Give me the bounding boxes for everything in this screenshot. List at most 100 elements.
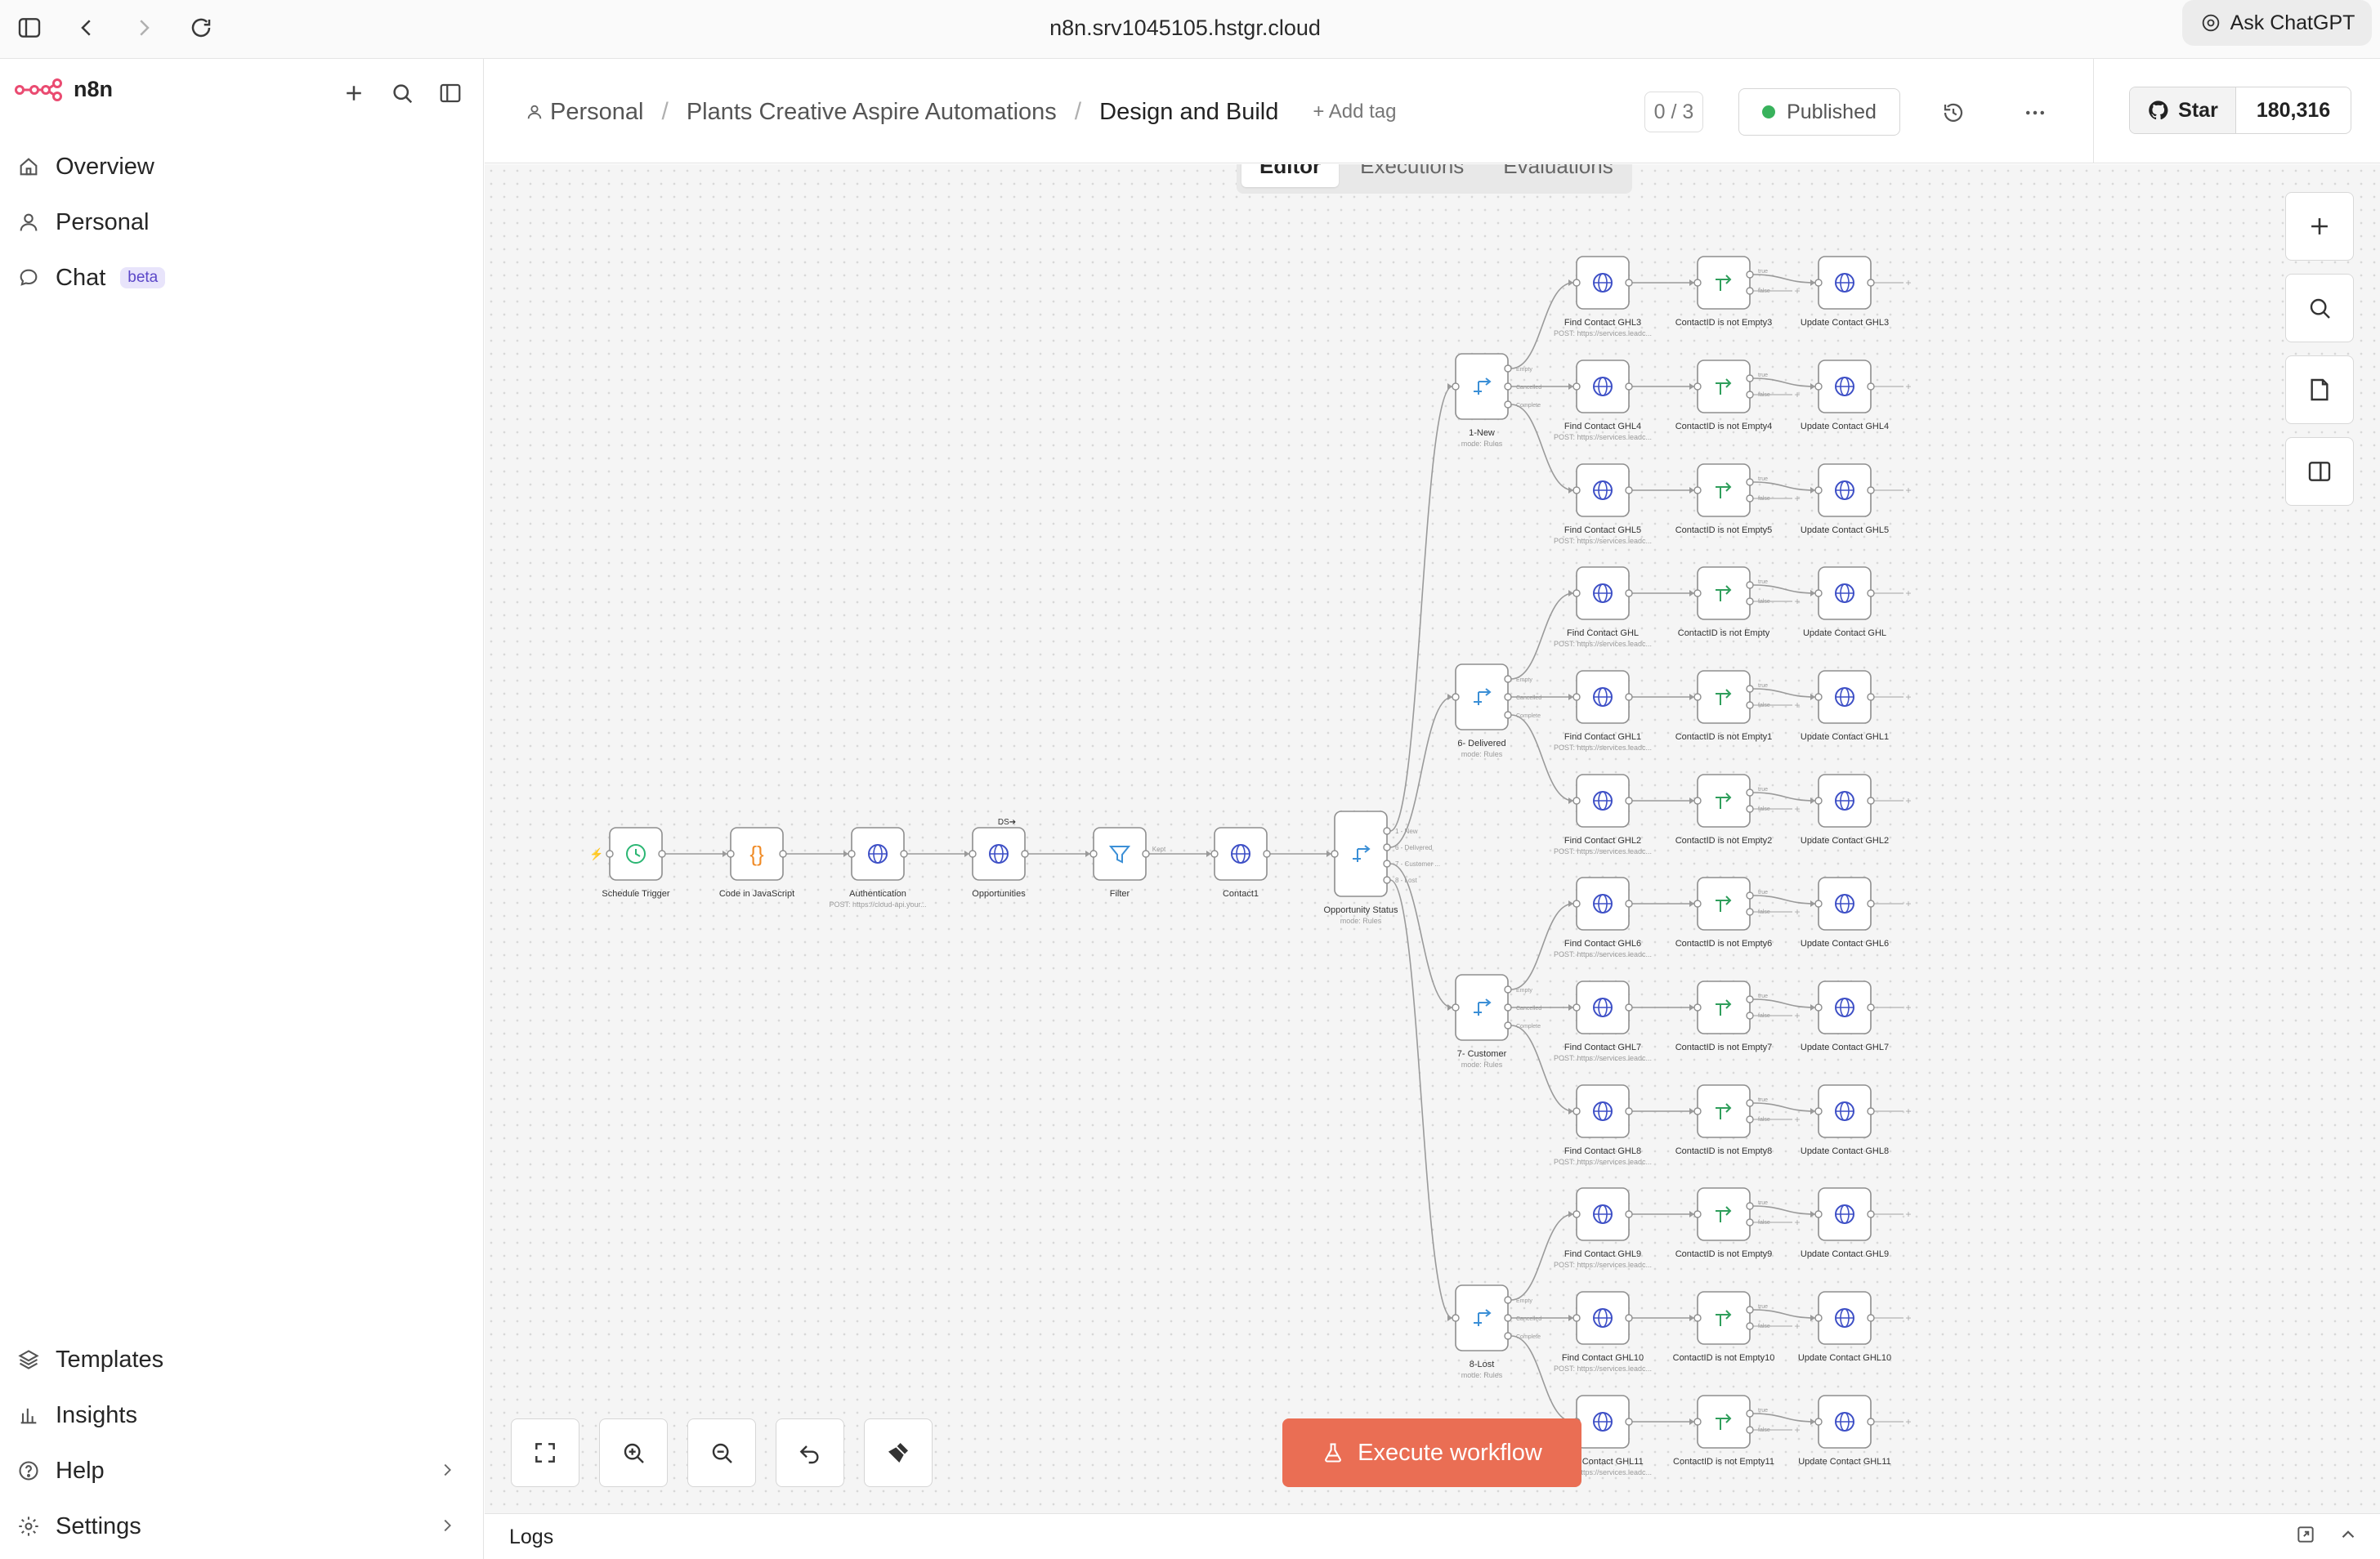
node-find-contact[interactable]: Find Contact GHL2POST: https://services.… (1554, 774, 1652, 855)
add-connection-icon: + (1905, 691, 1911, 703)
add-node-icon[interactable] (2285, 192, 2354, 261)
node-find-contact[interactable]: Find Contact GHL3POST: https://services.… (1554, 256, 1652, 337)
publish-status-button[interactable]: Published (1738, 88, 1900, 136)
nav-overview[interactable]: Overview (15, 145, 154, 188)
more-options-icon[interactable] (2017, 95, 2053, 131)
nodes: Schedule Trigger {} Code in JavaScript Auth… (589, 256, 1912, 1476)
node-find-contact[interactable]: Find Contact GHL6POST: https://services.… (1554, 877, 1652, 958)
node-update-contact[interactable]: Update Contact GHL5 (1801, 463, 1889, 535)
node-subtitle: mode: Rules (1461, 1061, 1503, 1069)
zoom-in-icon[interactable] (599, 1418, 668, 1487)
node-update-contact[interactable]: Update Contact GHL (1803, 566, 1886, 638)
address-bar[interactable]: n8n.srv1045105.hstgr.cloud (899, 11, 1471, 44)
add-tag-button[interactable]: + Add tag (1313, 101, 1396, 123)
tab-evaluations[interactable]: Evaluations (1485, 164, 1631, 187)
sticky-note-icon[interactable] (2285, 355, 2354, 424)
node-box (1455, 663, 1509, 730)
node-input-handle (1814, 486, 1823, 494)
node-find-contact[interactable]: Find Contact GHL1 POST: https://services.… (1554, 670, 1652, 752)
undo-icon[interactable] (776, 1418, 844, 1487)
node-find-contact[interactable]: Find Contact GHL8 POST: https://services.… (1554, 1084, 1652, 1166)
sidebar-toggle-icon[interactable] (11, 10, 47, 46)
output-handle (1746, 1306, 1754, 1314)
node-input-handle (1572, 382, 1581, 391)
connection-line (1752, 377, 1816, 387)
node-update-contact[interactable]: Update Contact GHL8 (1801, 1084, 1889, 1156)
node-update-contact[interactable]: Update Contact GHL10 (1798, 1291, 1891, 1363)
node-opportunities[interactable]: Opportunities (969, 827, 1026, 899)
node-contact1[interactable]: Contact1 (1210, 827, 1268, 899)
tab-editor[interactable]: Editor (1241, 164, 1340, 187)
node-update-contact[interactable]: Update Contact GHL1 (1801, 670, 1889, 742)
nav-personal[interactable]: Personal (15, 201, 149, 243)
history-icon[interactable] (1935, 95, 1971, 131)
node-update-contact[interactable]: Update Contact GHL3 (1801, 256, 1889, 328)
forward-icon[interactable] (126, 10, 162, 46)
node-find-contact[interactable]: Find Contact GHL POST: https://services.l… (1554, 566, 1652, 648)
zoom-out-icon[interactable] (687, 1418, 756, 1487)
node-find-contact[interactable]: Find Contact GHL7 POST: https://services.… (1554, 981, 1652, 1062)
nav-templates[interactable]: Templates (15, 1338, 163, 1381)
node-box (1455, 974, 1509, 1041)
nav-settings[interactable]: Settings (15, 1505, 141, 1548)
node-switch-0[interactable]: 1-New mode: Rules (1452, 353, 1509, 448)
node-find-contact[interactable]: Find Contact GHL5 POST: https://services.… (1554, 463, 1652, 545)
node-update-contact[interactable]: Update Contact GHL6 (1801, 877, 1889, 949)
node-update-contact[interactable]: Update Contact GHL7 (1801, 981, 1889, 1052)
node-find-contact[interactable]: Find Contact GHL4 POST: https://services.… (1554, 360, 1652, 441)
node-box (1093, 827, 1147, 881)
side-panel-icon[interactable] (2285, 437, 2354, 506)
node-contact-check[interactable]: ContactID is not Empty (1678, 566, 1770, 638)
node-schedule-trigger[interactable]: Schedule Trigger (602, 827, 670, 899)
node-find-contact[interactable]: Find Contact GHL10 POST: https://services… (1554, 1291, 1652, 1373)
node-switch-3[interactable]: 8-Lost mode: Rules (1452, 1284, 1509, 1379)
reload-icon[interactable] (183, 10, 219, 46)
node-code-in-javascript[interactable]: {} Code in JavaScript (719, 827, 794, 899)
node-update-contact[interactable]: Update Contact GHL4 (1801, 360, 1889, 431)
pop-out-icon[interactable] (2295, 1524, 2316, 1545)
node-input-handle (1693, 279, 1702, 287)
execute-workflow-button[interactable]: Execute workflow (1282, 1418, 1581, 1487)
fit-view-icon[interactable] (511, 1418, 579, 1487)
connection-arrow (1568, 694, 1573, 700)
search-icon[interactable] (386, 77, 418, 109)
node-filter[interactable]: Filter (1089, 827, 1147, 899)
insights-icon (15, 1401, 42, 1429)
node-label: Find Contact GHL8 (1564, 1146, 1641, 1156)
ask-chatgpt-button[interactable]: Ask ChatGPT (2182, 0, 2372, 46)
logs-panel[interactable]: Logs (485, 1513, 2380, 1559)
node-switch-1[interactable]: 6- Delivered mode: Rules (1452, 663, 1509, 758)
workflow-graph[interactable]: Schedule Trigger {} Code in JavaScript Auth… (485, 164, 2380, 1513)
node-authentication[interactable]: AuthenticationPOST: https://cloud-api.yo… (829, 827, 927, 909)
sidebar: n8n Overview Personal Chat beta Template… (0, 59, 484, 1559)
connection-arrow (1447, 1315, 1452, 1321)
chevron-up-icon[interactable] (2338, 1524, 2359, 1545)
nav-help[interactable]: Help (15, 1450, 105, 1492)
node-update-contact[interactable]: Update Contact GHL11 (1798, 1395, 1891, 1467)
node-input-handle (1572, 1107, 1581, 1115)
back-icon[interactable] (69, 10, 105, 46)
nav-chat[interactable]: Chat beta (15, 257, 166, 299)
github-star-button[interactable]: Star (2130, 87, 2236, 133)
workflow-canvas[interactable]: Schedule Trigger {} Code in JavaScript Auth… (485, 164, 2380, 1513)
node-update-contact[interactable]: Update Contact GHL2 (1801, 774, 1889, 846)
add-connection-icon: + (1794, 699, 1800, 711)
node-switch-2[interactable]: 7- Customer mode: Rules (1452, 974, 1509, 1069)
breadcrumb-separator: / (1074, 98, 1082, 125)
node-find-contact[interactable]: Find Contact GHL9 POST: https://services.… (1554, 1187, 1652, 1269)
search-nodes-icon[interactable] (2285, 274, 2354, 342)
node-update-contact[interactable]: Update Contact GHL9 (1801, 1187, 1889, 1259)
add-icon[interactable] (338, 77, 370, 109)
workflow-name[interactable]: Design and Build (1099, 99, 1278, 126)
breadcrumb-folder[interactable]: Plants Creative Aspire Automations (687, 99, 1057, 126)
node-subtitle: POST: https://services.leadc... (1554, 1158, 1652, 1166)
nav-insights[interactable]: Insights (15, 1394, 137, 1436)
breadcrumb-project[interactable]: Personal (526, 99, 643, 126)
connection-arrow (1568, 1108, 1573, 1115)
n8n-logo[interactable]: n8n (15, 77, 113, 102)
tab-executions[interactable]: Executions (1342, 164, 1482, 187)
active-counter: 0 / 3 (1644, 92, 1703, 132)
github-star-widget[interactable]: Star 180,316 (2129, 87, 2351, 134)
collapse-sidebar-icon[interactable] (434, 77, 467, 109)
tidy-up-icon[interactable] (864, 1418, 933, 1487)
